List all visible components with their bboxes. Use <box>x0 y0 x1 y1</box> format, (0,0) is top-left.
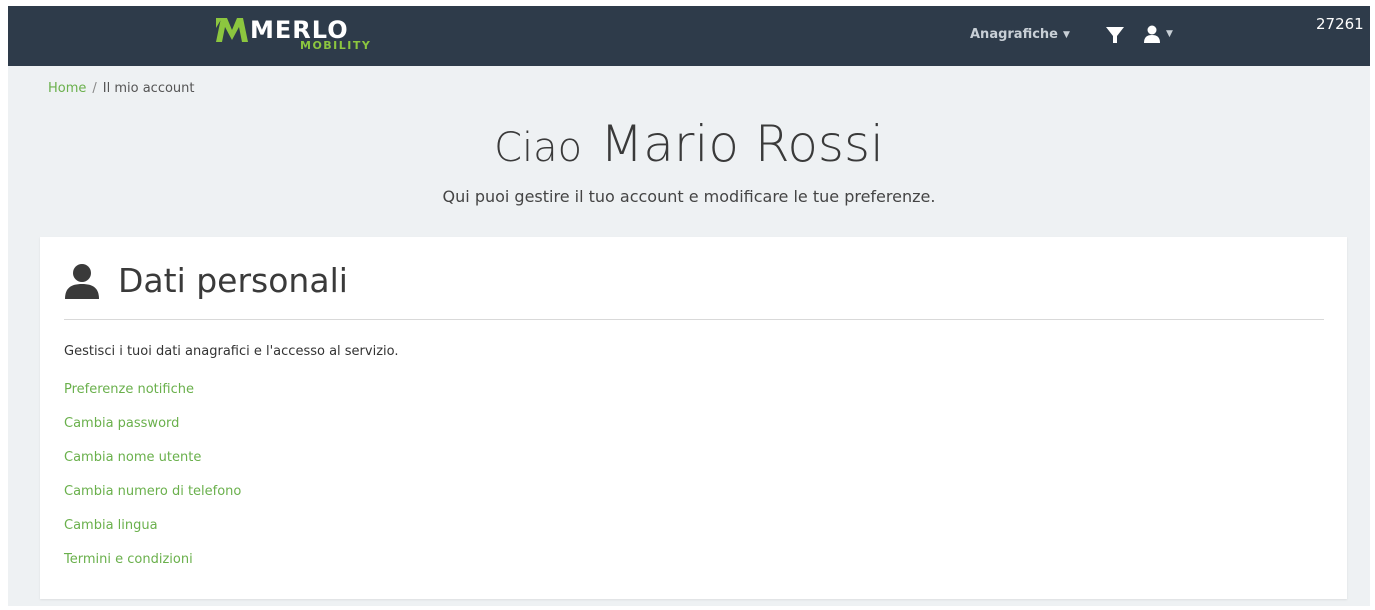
page-title: Ciao Mario Rossi <box>8 114 1370 186</box>
merlo-logo-icon <box>216 18 248 42</box>
top-navbar: MERLO MOBILITY Anagrafiche ▼ ▼ 27261 <box>8 6 1370 66</box>
link-cambia-password[interactable]: Cambia password <box>64 415 241 449</box>
greeting-word: Ciao <box>494 125 583 171</box>
brand-logo[interactable]: MERLO MOBILITY <box>216 16 406 56</box>
filter-icon <box>1106 27 1124 43</box>
user-menu-dropdown[interactable]: ▼ <box>1143 24 1173 44</box>
account-code: 27261 <box>1316 15 1364 33</box>
page-subtitle: Qui puoi gestire il tuo account e modifi… <box>442 187 936 206</box>
breadcrumb-separator: / <box>92 81 97 96</box>
anagrafiche-label: Anagrafiche <box>970 27 1058 42</box>
chevron-down-icon: ▼ <box>1166 29 1173 39</box>
breadcrumb-current: Il mio account <box>102 81 195 96</box>
link-cambia-nome-utente[interactable]: Cambia nome utente <box>64 449 241 483</box>
personal-data-card: Dati personali Gestisci i tuoi dati anag… <box>40 237 1347 599</box>
breadcrumb: Home / Il mio account <box>48 80 195 98</box>
user-icon <box>1144 25 1160 43</box>
breadcrumb-home-link[interactable]: Home <box>48 81 86 96</box>
anagrafiche-dropdown[interactable]: Anagrafiche ▼ <box>970 26 1070 44</box>
link-cambia-numero-telefono[interactable]: Cambia numero di telefono <box>64 483 241 517</box>
chevron-down-icon: ▼ <box>1063 30 1070 40</box>
link-preferenze-notifiche[interactable]: Preferenze notifiche <box>64 381 241 415</box>
filter-button[interactable] <box>1105 25 1125 49</box>
user-icon <box>65 264 99 299</box>
card-divider <box>64 319 1324 320</box>
link-cambia-lingua[interactable]: Cambia lingua <box>64 517 241 551</box>
account-links-list: Preferenze notifiche Cambia password Cam… <box>64 381 241 585</box>
app-frame: MERLO MOBILITY Anagrafiche ▼ ▼ 27261 Hom… <box>8 6 1370 606</box>
card-description: Gestisci i tuoi dati anagrafici e l'acce… <box>64 344 399 359</box>
link-termini-condizioni[interactable]: Termini e condizioni <box>64 551 241 585</box>
brand-subname: MOBILITY <box>300 39 372 52</box>
card-title: Dati personali <box>118 261 348 300</box>
card-header: Dati personali <box>64 259 348 303</box>
user-full-name: Mario Rossi <box>600 115 884 173</box>
